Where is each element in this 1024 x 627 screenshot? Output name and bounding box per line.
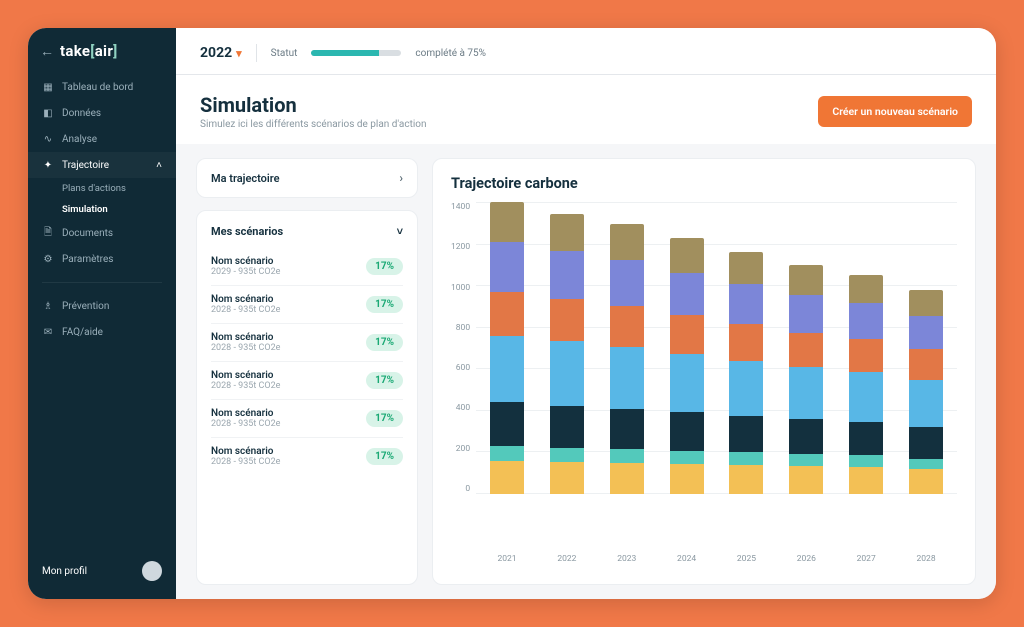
scenario-sub: 2028 - 935t CO2e bbox=[211, 343, 280, 353]
separator bbox=[256, 44, 257, 62]
scenario-name: Nom scénario bbox=[211, 370, 280, 381]
scenario-badge: 17% bbox=[366, 296, 403, 313]
bar bbox=[909, 290, 943, 494]
scenario-name: Nom scénario bbox=[211, 332, 280, 343]
scenario-badge: 17% bbox=[366, 410, 403, 427]
chart-title: Trajectoire carbone bbox=[451, 175, 957, 192]
scenario-name: Nom scénario bbox=[211, 446, 280, 457]
scenario-badge: 17% bbox=[366, 334, 403, 351]
trajectoire-card[interactable]: Ma trajectoire › bbox=[196, 158, 418, 198]
help-icon: ✉ bbox=[42, 326, 54, 338]
bar bbox=[789, 265, 823, 494]
analyse-icon: ∿ bbox=[42, 133, 54, 145]
bar bbox=[670, 238, 704, 494]
trajectoire-label: Ma trajectoire bbox=[211, 172, 280, 185]
app-shell: ← take[air] ▦Tableau de bord ◧Données ∿A… bbox=[28, 28, 996, 599]
scenario-row[interactable]: Nom scénario2028 - 935t CO2e 17% bbox=[211, 361, 403, 399]
panel-left: Ma trajectoire › Mes scénarios ˅ Nom scé… bbox=[196, 158, 418, 585]
nav-primary: ▦Tableau de bord ◧Données ∿Analyse ✦Traj… bbox=[28, 74, 176, 178]
subnav-plans[interactable]: Plans d'actions bbox=[62, 178, 176, 199]
chevron-down-icon: ▾ bbox=[236, 47, 242, 60]
sidebar-item-faq[interactable]: ✉FAQ/aide bbox=[28, 319, 176, 345]
progress-bar bbox=[311, 50, 401, 56]
sidebar: ← take[air] ▦Tableau de bord ◧Données ∿A… bbox=[28, 28, 176, 599]
content: Ma trajectoire › Mes scénarios ˅ Nom scé… bbox=[176, 144, 996, 599]
nav-secondary: ♗Prévention ✉FAQ/aide bbox=[28, 293, 176, 345]
back-icon[interactable]: ← bbox=[40, 43, 54, 60]
chart: 1400120010008006004002000 20212022202320… bbox=[451, 202, 957, 568]
page-title: Simulation bbox=[200, 93, 427, 117]
scenario-row[interactable]: Nom scénario2028 - 935t CO2e 17% bbox=[211, 323, 403, 361]
document-icon: 🗎 bbox=[42, 227, 54, 239]
logo-text: take[air] bbox=[60, 42, 118, 60]
profile-link[interactable]: Mon profil bbox=[28, 553, 176, 589]
sidebar-item-prevention[interactable]: ♗Prévention bbox=[28, 293, 176, 319]
divider bbox=[42, 282, 162, 283]
bar bbox=[610, 224, 644, 494]
year-selector[interactable]: 2022 ▾ bbox=[200, 45, 242, 61]
chart-panel: Trajectoire carbone 14001200100080060040… bbox=[432, 158, 976, 585]
page-subtitle: Simulez ici les différents scénarios de … bbox=[200, 119, 427, 130]
scenario-row[interactable]: Nom scénario2028 - 935t CO2e 17% bbox=[211, 437, 403, 475]
sidebar-item-dashboard[interactable]: ▦Tableau de bord bbox=[28, 74, 176, 100]
sidebar-item-analyse[interactable]: ∿Analyse bbox=[28, 126, 176, 152]
scenarios-toggle[interactable]: Mes scénarios ˅ bbox=[211, 223, 403, 248]
sidebar-item-documents[interactable]: 🗎Documents bbox=[28, 220, 176, 246]
y-axis: 1400120010008006004002000 bbox=[451, 202, 476, 512]
scenario-sub: 2029 - 935t CO2e bbox=[211, 267, 280, 277]
scenario-badge: 17% bbox=[366, 258, 403, 275]
sidebar-item-trajectoire[interactable]: ✦Trajectoire˄ bbox=[28, 152, 176, 178]
scenario-badge: 17% bbox=[366, 448, 403, 465]
new-scenario-button[interactable]: Créer un nouveau scénario bbox=[818, 96, 972, 127]
bars-area: 20212022202320242025202620272028 bbox=[476, 202, 957, 568]
topbar: 2022 ▾ Statut complété à 75% bbox=[176, 28, 996, 75]
logo[interactable]: ← take[air] bbox=[28, 42, 176, 74]
chevron-right-icon: › bbox=[399, 171, 403, 185]
statut-label: Statut bbox=[271, 48, 298, 59]
sidebar-item-donnees[interactable]: ◧Données bbox=[28, 100, 176, 126]
scenarios-card: Mes scénarios ˅ Nom scénario2029 - 935t … bbox=[196, 210, 418, 585]
subnav-simulation[interactable]: Simulation bbox=[62, 199, 176, 220]
nav-primary-2: 🗎Documents ⚙Paramètres bbox=[28, 220, 176, 272]
bar bbox=[729, 252, 763, 494]
scenario-row[interactable]: Nom scénario2029 - 935t CO2e 17% bbox=[211, 248, 403, 285]
data-icon: ◧ bbox=[42, 107, 54, 119]
chevron-up-icon: ˄ bbox=[156, 160, 162, 171]
scenario-name: Nom scénario bbox=[211, 256, 280, 267]
hero: Simulation Simulez ici les différents sc… bbox=[176, 75, 996, 144]
scenario-sub: 2028 - 935t CO2e bbox=[211, 457, 280, 467]
scenario-sub: 2028 - 935t CO2e bbox=[211, 305, 280, 315]
bar bbox=[849, 275, 883, 494]
settings-icon: ⚙ bbox=[42, 253, 54, 265]
main: 2022 ▾ Statut complété à 75% Simulation … bbox=[176, 28, 996, 599]
shield-icon: ♗ bbox=[42, 300, 54, 312]
bar bbox=[550, 214, 584, 494]
scenario-row[interactable]: Nom scénario2028 - 935t CO2e 17% bbox=[211, 285, 403, 323]
bar bbox=[490, 202, 524, 494]
avatar bbox=[142, 561, 162, 581]
scenario-name: Nom scénario bbox=[211, 294, 280, 305]
sidebar-item-parametres[interactable]: ⚙Paramètres bbox=[28, 246, 176, 272]
chevron-down-icon: ˅ bbox=[397, 225, 403, 238]
scenario-row[interactable]: Nom scénario2028 - 935t CO2e 17% bbox=[211, 399, 403, 437]
scenario-sub: 2028 - 935t CO2e bbox=[211, 381, 280, 391]
scenario-sub: 2028 - 935t CO2e bbox=[211, 419, 280, 429]
rocket-icon: ✦ bbox=[42, 159, 54, 171]
scenario-name: Nom scénario bbox=[211, 408, 280, 419]
progress-text: complété à 75% bbox=[415, 48, 486, 59]
x-axis: 20212022202320242025202620272028 bbox=[476, 550, 957, 568]
scenario-badge: 17% bbox=[366, 372, 403, 389]
subnav: Plans d'actions Simulation bbox=[28, 178, 176, 220]
dashboard-icon: ▦ bbox=[42, 81, 54, 93]
